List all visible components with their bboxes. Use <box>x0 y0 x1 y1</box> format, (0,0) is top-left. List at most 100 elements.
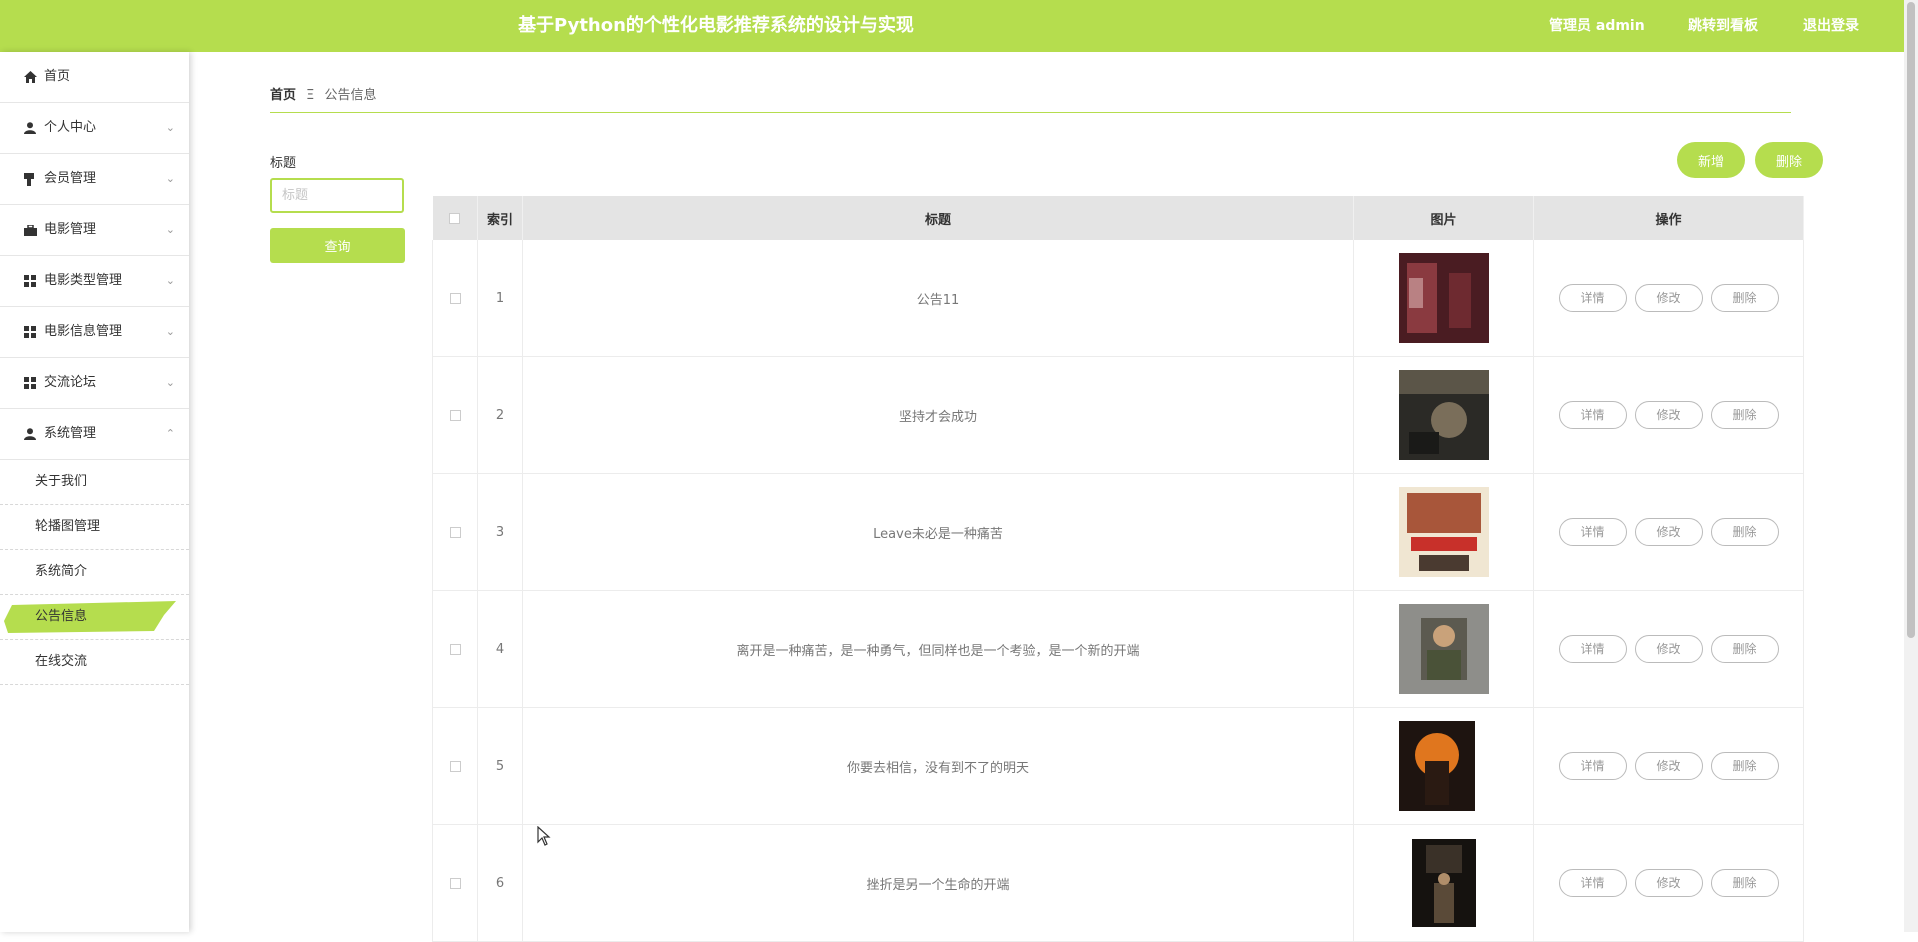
breadcrumb-divider <box>270 112 1791 113</box>
sidebar-item-label: 会员管理 <box>44 171 97 186</box>
goto-board-link[interactable]: 跳转到看板 <box>1688 0 1758 52</box>
sidebar-item-forum[interactable]: 交流论坛 ⌄ <box>0 358 189 409</box>
row-checkbox[interactable] <box>449 760 461 772</box>
sidebar-item-movie-type-mgmt[interactable]: 电影类型管理 ⌄ <box>0 256 189 307</box>
poster-thumbnail[interactable] <box>1398 604 1489 694</box>
sidebar-item-movie-mgmt[interactable]: 电影管理 ⌄ <box>0 205 189 256</box>
chevron-down-icon: ⌄ <box>165 325 175 338</box>
row-index: 4 <box>477 590 523 708</box>
sidebar-item-label: 首页 <box>44 69 71 84</box>
briefcase-icon <box>24 205 38 255</box>
row-image-cell <box>1353 824 1534 942</box>
sidebar-subitem-chat[interactable]: 在线交流 <box>0 640 189 685</box>
table-row: 4 离开是一种痛苦，是一种勇气，但同样也是一个考验，是一个新的开端 详情 修改 删除 <box>432 590 1804 708</box>
sidebar-item-system-mgmt[interactable]: 系统管理 ⌃ <box>0 409 189 460</box>
sidebar-subitem-about[interactable]: 关于我们 <box>0 460 189 505</box>
notice-table: 索引 标题 图片 操作 1 公告11 详情 修改 删除 2 坚持才会成功 详情 … <box>432 196 1804 942</box>
chevron-down-icon: ⌄ <box>165 376 175 389</box>
row-checkbox[interactable] <box>449 877 461 889</box>
edit-button[interactable]: 修改 <box>1634 401 1703 429</box>
detail-button[interactable]: 详情 <box>1558 635 1627 663</box>
logout-link[interactable]: 退出登录 <box>1803 0 1859 52</box>
edit-button[interactable]: 修改 <box>1634 635 1703 663</box>
row-checkbox[interactable] <box>449 526 461 538</box>
row-index: 6 <box>477 824 523 942</box>
detail-button[interactable]: 详情 <box>1558 401 1627 429</box>
detail-button[interactable]: 详情 <box>1558 284 1627 312</box>
batch-delete-button[interactable]: 删除 <box>1755 142 1823 178</box>
scrollbar-thumb[interactable] <box>1907 2 1915 638</box>
select-all-checkbox[interactable] <box>449 212 461 224</box>
edit-button[interactable]: 修改 <box>1634 518 1703 546</box>
row-ops: 详情 修改 删除 <box>1533 824 1804 942</box>
header-ops: 操作 <box>1533 196 1804 240</box>
header-index: 索引 <box>477 196 523 240</box>
add-button[interactable]: 新增 <box>1677 142 1745 178</box>
delete-button[interactable]: 删除 <box>1710 284 1779 312</box>
sidebar-item-label: 电影信息管理 <box>44 324 123 339</box>
detail-button[interactable]: 详情 <box>1558 518 1627 546</box>
row-ops: 详情 修改 删除 <box>1533 473 1804 591</box>
chevron-down-icon: ⌄ <box>165 121 175 134</box>
row-checkbox[interactable] <box>449 643 461 655</box>
row-title: 你要去相信，没有到不了的明天 <box>522 707 1354 825</box>
chevron-down-icon: ⌄ <box>165 172 175 185</box>
edit-button[interactable]: 修改 <box>1634 752 1703 780</box>
sidebar: 首页 个人中心 ⌄ 会员管理 ⌄ 电影管理 ⌄ 电影类型管理 ⌄ 电影信息管理 … <box>0 52 189 932</box>
poster-thumbnail[interactable] <box>1398 253 1489 343</box>
sidebar-item-personal-center[interactable]: 个人中心 ⌄ <box>0 103 189 154</box>
home-icon <box>24 52 38 102</box>
row-ops: 详情 修改 删除 <box>1533 240 1804 357</box>
detail-button[interactable]: 详情 <box>1558 752 1627 780</box>
select-all-cell <box>432 196 478 240</box>
page-scrollbar[interactable] <box>1904 0 1918 932</box>
edit-button[interactable]: 修改 <box>1634 284 1703 312</box>
sidebar-subitem-carousel[interactable]: 轮播图管理 <box>0 505 189 550</box>
user-icon <box>24 409 38 459</box>
row-ops: 详情 修改 删除 <box>1533 707 1804 825</box>
member-icon <box>24 154 38 204</box>
delete-button[interactable]: 删除 <box>1710 401 1779 429</box>
poster-thumbnail[interactable] <box>1398 370 1489 460</box>
delete-button[interactable]: 删除 <box>1710 869 1779 897</box>
delete-button[interactable]: 删除 <box>1710 518 1779 546</box>
row-image-cell <box>1353 356 1534 474</box>
row-checkbox[interactable] <box>449 409 461 421</box>
row-image-cell <box>1353 473 1534 591</box>
sidebar-item-movie-info-mgmt[interactable]: 电影信息管理 ⌄ <box>0 307 189 358</box>
sidebar-item-label: 个人中心 <box>44 120 97 135</box>
table-row: 3 Leave未必是一种痛苦 详情 修改 删除 <box>432 473 1804 591</box>
search-title-input[interactable] <box>270 178 404 213</box>
table-header-row: 索引 标题 图片 操作 <box>432 196 1804 240</box>
chevron-down-icon: ⌄ <box>165 274 175 287</box>
poster-thumbnail[interactable] <box>1411 839 1476 927</box>
sidebar-item-member-mgmt[interactable]: 会员管理 ⌄ <box>0 154 189 205</box>
row-checkbox[interactable] <box>449 292 461 304</box>
query-button[interactable]: 查询 <box>270 228 405 263</box>
table-row: 6 挫折是另一个生命的开端 详情 修改 删除 <box>432 824 1804 942</box>
header-title: 标题 <box>522 196 1354 240</box>
edit-button[interactable]: 修改 <box>1634 869 1703 897</box>
active-brush-highlight <box>4 601 176 633</box>
delete-button[interactable]: 删除 <box>1710 635 1779 663</box>
breadcrumb-separator: Ξ <box>306 88 315 103</box>
chevron-down-icon: ⌄ <box>165 223 175 236</box>
detail-button[interactable]: 详情 <box>1558 869 1627 897</box>
sidebar-subitem-notice[interactable]: 公告信息 <box>0 595 189 640</box>
admin-link[interactable]: 管理员 admin <box>1549 0 1645 52</box>
row-title: 坚持才会成功 <box>522 356 1354 474</box>
chevron-up-icon: ⌃ <box>165 427 175 440</box>
row-title: 公告11 <box>522 240 1354 357</box>
row-index: 1 <box>477 240 523 357</box>
row-title: 离开是一种痛苦，是一种勇气，但同样也是一个考验，是一个新的开端 <box>522 590 1354 708</box>
poster-thumbnail[interactable] <box>1398 487 1489 577</box>
poster-thumbnail[interactable] <box>1398 721 1489 811</box>
breadcrumb-home[interactable]: 首页 <box>270 88 296 103</box>
sidebar-subitem-intro[interactable]: 系统简介 <box>0 550 189 595</box>
top-header: 基于Python的个性化电影推荐系统的设计与实现 管理员 admin 跳转到看板… <box>0 0 1904 52</box>
delete-button[interactable]: 删除 <box>1710 752 1779 780</box>
row-index: 3 <box>477 473 523 591</box>
sidebar-item-home[interactable]: 首页 <box>0 52 189 103</box>
header-image: 图片 <box>1353 196 1534 240</box>
grid-icon <box>24 358 38 408</box>
